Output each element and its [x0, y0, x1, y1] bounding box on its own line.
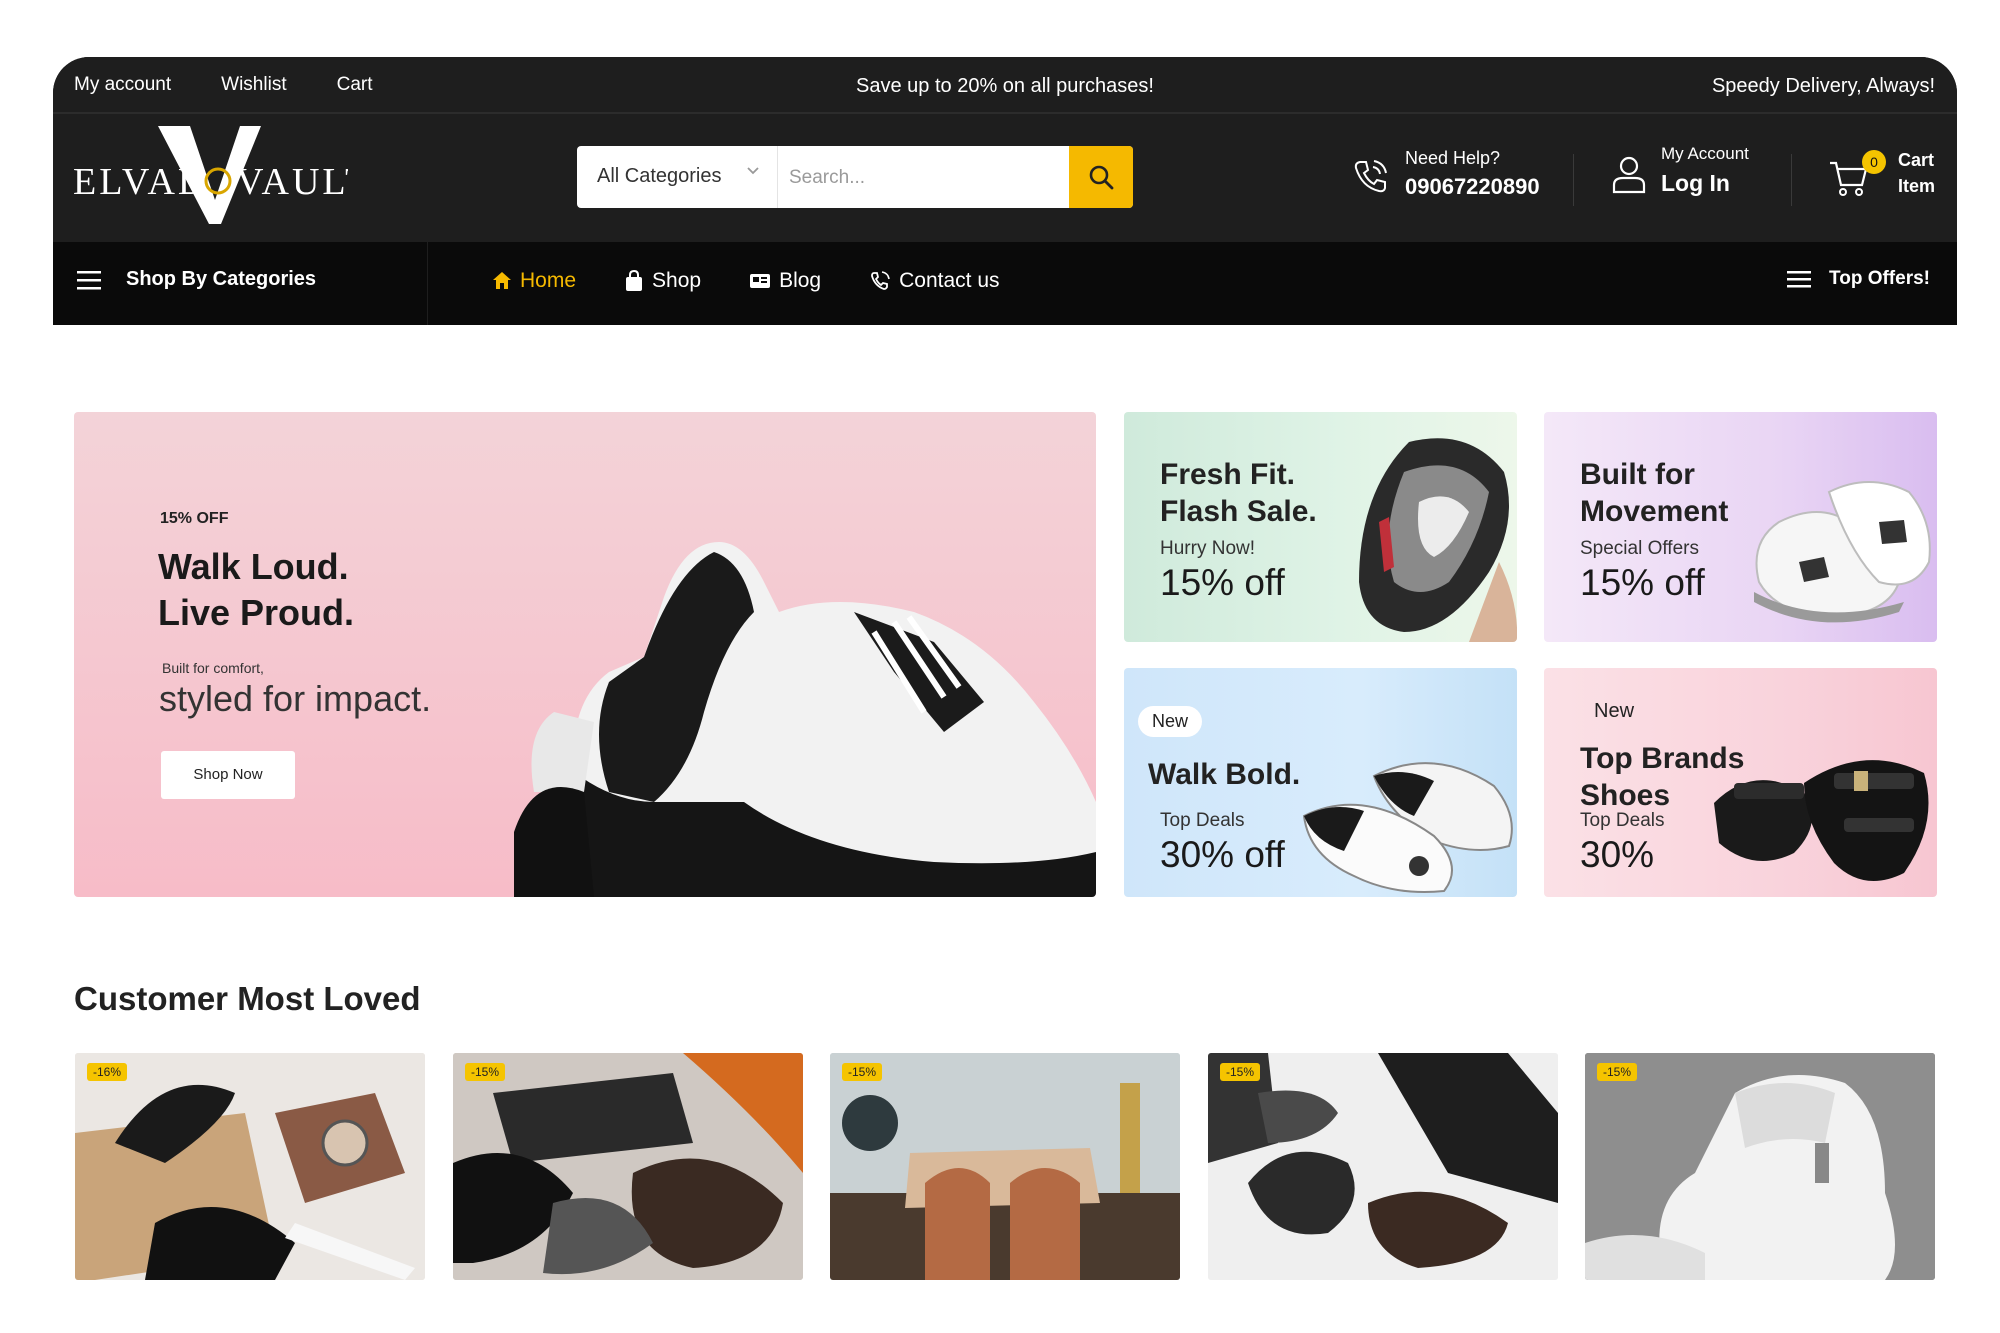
slipper-image	[1359, 438, 1517, 642]
discount-badge: -15%	[465, 1063, 506, 1081]
top-bar: My account Wishlist Cart Save up to 20% …	[53, 57, 1957, 114]
category-select-label: All Categories	[597, 165, 722, 187]
nav-links: Home Shop Blog Contact us	[492, 269, 1000, 293]
black-sandals-image	[1714, 760, 1929, 881]
hero-title-line-1: Walk Loud.	[158, 546, 349, 587]
new-badge: New	[1138, 706, 1203, 737]
product-card[interactable]: -15%	[1208, 1053, 1558, 1280]
phone-icon	[871, 271, 890, 290]
banner-subtitle: Hurry Now!	[1160, 538, 1256, 559]
nav-contact-label: Contact us	[899, 269, 1000, 292]
categories-label: Shop By Categories	[126, 268, 317, 290]
shop-now-button[interactable]: Shop Now	[161, 751, 295, 799]
newspaper-icon	[750, 274, 771, 288]
help-phone: 09067220890	[1405, 174, 1540, 199]
search-bar: All Categories	[577, 146, 1133, 208]
shop-by-categories[interactable]: Shop By Categories	[76, 268, 316, 291]
banner-title-line-2: Flash Sale.	[1160, 495, 1317, 528]
login-link[interactable]: Log In	[1661, 170, 1730, 197]
promo-banner-built-for-movement[interactable]: Built for Movement Special Offers 15% of…	[1544, 412, 1937, 642]
product-image	[1208, 1053, 1558, 1280]
user-icon	[1611, 154, 1647, 199]
discount-badge: -15%	[842, 1063, 883, 1081]
search-input[interactable]	[787, 146, 1051, 208]
nav-blog-label: Blog	[779, 269, 822, 292]
product-card[interactable]: -16%	[75, 1053, 425, 1280]
divider	[1791, 154, 1792, 206]
discount-badge: -15%	[1597, 1063, 1638, 1081]
banner-title: Fresh Fit. Flash Sale.	[1160, 456, 1317, 530]
help-label: Need Help?	[1405, 148, 1501, 168]
banner-discount: 30% off	[1160, 834, 1285, 875]
delivery-text: Speedy Delivery, Always!	[1711, 75, 1935, 97]
cart-count-badge: 0	[1862, 150, 1886, 174]
menu-icon	[77, 270, 101, 289]
cart-item-label: Item	[1898, 176, 1936, 196]
nav-contact[interactable]: Contact us	[869, 269, 1000, 293]
sneaker-image	[514, 542, 1096, 897]
new-badge: New	[1594, 700, 1635, 722]
phone-icon	[1350, 156, 1390, 201]
search-icon	[1089, 165, 1114, 190]
hero-tagline: styled for impact.	[159, 678, 432, 719]
search-button[interactable]	[1069, 146, 1133, 208]
nav-blog[interactable]: Blog	[749, 269, 821, 293]
top-offers-label: Top Offers!	[1829, 268, 1930, 289]
product-card[interactable]: -15%	[453, 1053, 803, 1280]
banner-subtitle: Top Deals	[1580, 810, 1665, 831]
section-title: Customer Most Loved	[74, 980, 421, 1017]
cart-label: Cart	[1898, 150, 1935, 170]
chevron-down-icon	[745, 162, 761, 183]
product-image	[453, 1053, 803, 1280]
banner-discount: 30%	[1580, 834, 1655, 875]
banner-subtitle: Special Offers	[1580, 538, 1699, 559]
main-header: ELVAD VAULT All Categories	[53, 114, 1957, 242]
banner-subtitle: Top Deals	[1160, 810, 1245, 831]
product-image	[1585, 1053, 1935, 1280]
promo-banner-flash-sale[interactable]: Fresh Fit. Flash Sale. Hurry Now! 15% of…	[1124, 412, 1517, 642]
product-card[interactable]: -15%	[1585, 1053, 1935, 1280]
nav-shop-label: Shop	[652, 269, 702, 292]
home-icon	[493, 272, 511, 289]
mule-slippers-image	[1302, 762, 1513, 893]
product-image	[830, 1053, 1180, 1280]
menu-icon	[1787, 271, 1812, 288]
main-nav: Shop By Categories Home Shop Blog Contac…	[53, 242, 1957, 325]
account-label: My Account	[1661, 144, 1749, 163]
banner-title: Built for Movement	[1580, 456, 1728, 530]
nav-home-label: Home	[520, 269, 577, 292]
hero-title-line-2: Live Proud.	[158, 592, 355, 633]
site-header: My account Wishlist Cart Save up to 20% …	[53, 57, 1957, 325]
banner-title-line-1: Built for	[1580, 458, 1695, 491]
category-select[interactable]: All Categories	[577, 146, 778, 208]
top-offers[interactable]: Top Offers!	[1787, 268, 1930, 290]
hero-subtitle: Built for comfort,	[162, 660, 264, 676]
promo-text: Save up to 20% on all purchases!	[856, 75, 1154, 97]
hero-discount: 15% OFF	[160, 510, 229, 527]
product-card[interactable]: -15%	[830, 1053, 1180, 1280]
banner-discount: 15% off	[1160, 562, 1285, 603]
divider	[427, 242, 428, 325]
hero-title: Walk Loud. Live Proud.	[158, 544, 354, 636]
nav-shop[interactable]: Shop	[624, 269, 701, 293]
divider	[1573, 154, 1574, 206]
banner-discount: 15% off	[1580, 562, 1705, 603]
nav-home[interactable]: Home	[492, 269, 576, 293]
shopping-bag-icon	[626, 270, 643, 291]
brand-logo[interactable]: ELVAD VAULT	[73, 124, 368, 234]
promo-banner-top-brands[interactable]: New Top Brands Shoes Top Deals 30%	[1544, 668, 1937, 897]
banner-title-line-2: Movement	[1580, 495, 1729, 528]
discount-badge: -15%	[1220, 1063, 1261, 1081]
discount-badge: -16%	[87, 1063, 128, 1081]
product-image	[75, 1053, 425, 1280]
banner-title: Walk Bold.	[1148, 758, 1301, 791]
hero-banner[interactable]: 15% OFF Walk Loud. Live Proud. Built for…	[74, 412, 1096, 897]
white-sneakers-image	[1754, 481, 1931, 623]
svg-text:VAULT: VAULT	[236, 161, 348, 203]
svg-text:ELVAD: ELVAD	[73, 161, 208, 203]
banner-title-line-1: Fresh Fit.	[1160, 458, 1296, 491]
promo-banner-walk-bold[interactable]: New Walk Bold. Top Deals 30% off	[1124, 668, 1517, 897]
